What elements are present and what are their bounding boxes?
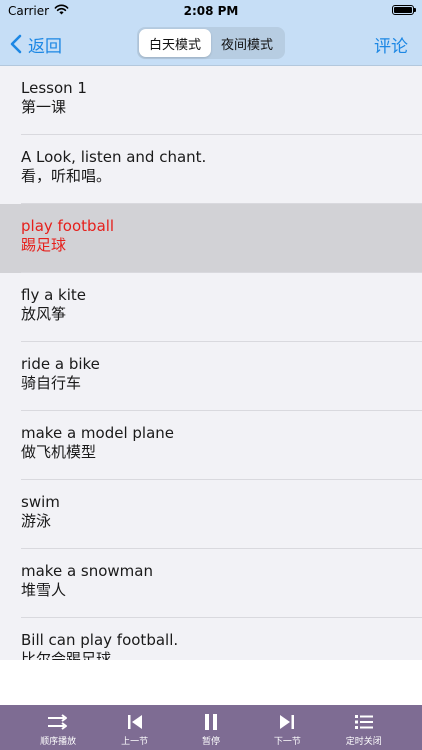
list-item-chinese: 踢足球 xyxy=(21,236,67,254)
list-item-chinese: 第一课 xyxy=(21,98,67,116)
pause-button[interactable]: 暂停 xyxy=(181,705,241,747)
app-screen: Carrier 2:08 PM 返回 白天模式 夜间模式 评论 Lesson 1… xyxy=(0,0,422,750)
previous-button[interactable]: 上一节 xyxy=(105,705,165,747)
list-item-english: play football xyxy=(21,217,115,235)
list-item-chinese: 堆雪人 xyxy=(21,581,67,599)
list-item-english: ride a bike xyxy=(21,355,100,373)
list-item-chinese: 看，听和唱。 xyxy=(21,167,112,185)
back-button[interactable]: 返回 xyxy=(10,22,62,66)
list-item-selected[interactable]: play football 踢足球 xyxy=(0,204,422,273)
list-item[interactable]: swim 游泳 xyxy=(0,480,422,549)
list-item-chinese: 放风筝 xyxy=(21,305,67,323)
next-button[interactable]: 下一节 xyxy=(257,705,317,747)
list-item-english: Lesson 1 xyxy=(21,79,87,97)
battery-fill xyxy=(394,7,412,13)
order-play-button[interactable]: 顺序播放 xyxy=(28,705,88,747)
skip-back-icon xyxy=(126,713,144,731)
skip-forward-icon xyxy=(278,713,296,731)
chevron-left-icon xyxy=(10,34,22,54)
list-item[interactable]: Lesson 1 第一课 xyxy=(0,66,422,135)
list-item[interactable]: fly a kite 放风筝 xyxy=(0,273,422,342)
status-time: 2:08 PM xyxy=(183,4,239,18)
pause-label: 暂停 xyxy=(201,737,220,747)
player-toolbar: 顺序播放 上一节 暂停 下一节 定时关闭 xyxy=(0,705,422,750)
comment-button[interactable]: 评论 xyxy=(374,22,408,66)
player-spacer xyxy=(0,660,422,705)
pause-icon xyxy=(203,713,219,731)
segment-night-mode[interactable]: 夜间模式 xyxy=(211,29,283,57)
order-play-label: 顺序播放 xyxy=(40,737,77,747)
list-item[interactable]: ride a bike 骑自行车 xyxy=(0,342,422,411)
shuffle-arrows-icon xyxy=(47,713,69,731)
list-item[interactable]: make a snowman 堆雪人 xyxy=(0,549,422,618)
list-item-english: swim xyxy=(21,493,60,511)
lesson-list[interactable]: Lesson 1 第一课 A Look, listen and chant. 看… xyxy=(0,66,422,660)
status-bar: Carrier 2:08 PM xyxy=(0,0,422,22)
list-item-english: A Look, listen and chant. xyxy=(21,148,207,166)
list-item-english: fly a kite xyxy=(21,286,87,304)
list-item[interactable]: Bill can play football. 比尔会踢足球 xyxy=(0,618,422,660)
timer-off-button[interactable]: 定时关闭 xyxy=(334,705,394,747)
list-item-chinese: 骑自行车 xyxy=(21,374,82,392)
list-item-chinese: 比尔会踢足球 xyxy=(21,650,112,660)
list-item-english: Bill can play football. xyxy=(21,631,179,649)
battery-icon xyxy=(392,5,416,15)
navigation-bar: 返回 白天模式 夜间模式 评论 xyxy=(0,22,422,66)
next-label: 下一节 xyxy=(273,737,301,747)
mode-segmented-control: 白天模式 夜间模式 xyxy=(137,27,285,59)
list-item[interactable]: make a model plane 做飞机模型 xyxy=(0,411,422,480)
list-item-english: make a snowman xyxy=(21,562,153,580)
list-item-chinese: 游泳 xyxy=(21,512,52,530)
list-item-english: make a model plane xyxy=(21,424,175,442)
list-icon xyxy=(354,713,374,731)
list-item-chinese: 做飞机模型 xyxy=(21,443,97,461)
previous-label: 上一节 xyxy=(121,737,149,747)
list-item[interactable]: A Look, listen and chant. 看，听和唱。 xyxy=(0,135,422,204)
segment-day-mode[interactable]: 白天模式 xyxy=(139,29,211,57)
timer-off-label: 定时关闭 xyxy=(345,737,382,747)
back-label: 返回 xyxy=(28,36,62,57)
